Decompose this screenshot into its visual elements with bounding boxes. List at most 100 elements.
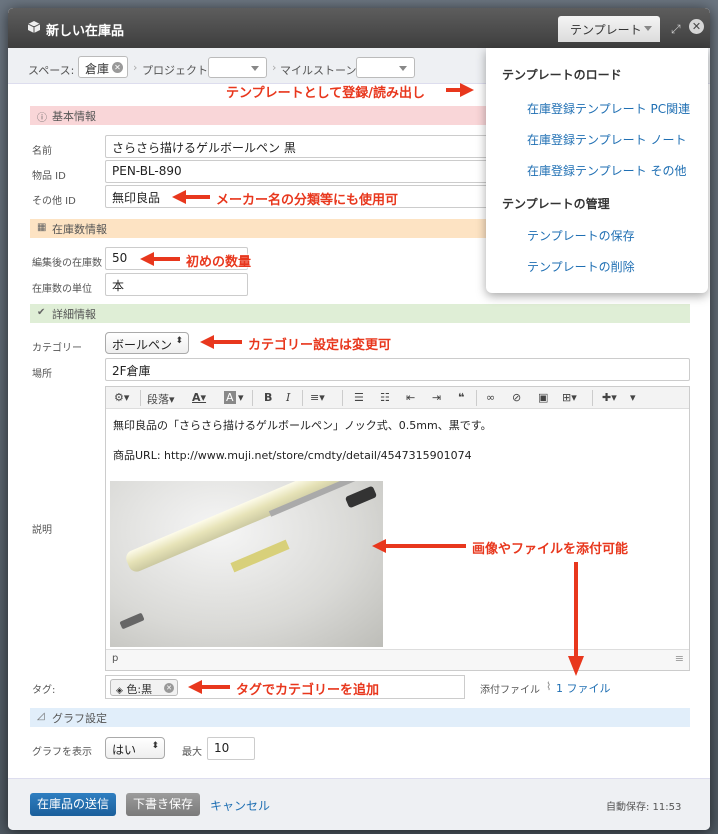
description-line-2: 商品URL: http://www.muji.net/store/cmdty/d… [113,449,472,462]
info-icon: ⓘ [37,113,47,124]
italic-icon[interactable]: I [286,391,290,404]
menu-item-delete-template[interactable]: テンプレートの削除 [527,258,635,275]
max-field[interactable]: 10 [207,737,255,760]
quote-icon[interactable]: ❝ [458,391,464,404]
chevron-down-icon [399,66,407,71]
dialog-titlebar: 新しい在庫品 テンプレート ⤢ ✕ [8,8,710,48]
menu-item-save-template[interactable]: テンプレートの保存 [527,227,635,244]
pen-knock [344,485,378,509]
tag-value: 色:黒 [126,683,153,696]
category-select[interactable]: ボールペン ⬍ [105,332,189,354]
menu-item-template-pc[interactable]: 在庫登録テンプレート PC関連 [527,100,690,117]
image-icon[interactable]: ▣ [538,391,548,404]
place-label: 場所 [32,369,52,380]
editor-statusbar: p ≡ [106,649,689,670]
align-icon[interactable]: ≡▾ [310,391,325,404]
arrow-left-icon [188,680,230,694]
other-id-label: その他 ID [32,196,76,207]
unlink-icon[interactable]: ⊘ [512,391,521,404]
paperclip-icon: ⌇ [546,680,552,693]
chevron-down-icon [251,66,259,71]
table-icon[interactable]: ⊞▾ [562,391,577,404]
remove-icon[interactable]: ✕ [112,62,123,73]
graph-show-value: はい [112,743,137,757]
arrow-left-icon [140,252,180,266]
annotation-initial-qty: 初めの数量 [186,255,252,270]
item-id-label: 物品 ID [32,171,66,182]
toolbar-divider [140,390,141,406]
indent-icon[interactable]: ⇥ [432,391,441,404]
plugin-icon[interactable]: ✚▾ [602,391,617,404]
description-editor[interactable]: ⚙▾ 段落▾ A▾ A ▾ B I ≡▾ ☰ ☷ ⇤ ⇥ ❝ ∞ ⊘ ▣ ⊞▾ ✚… [105,386,690,671]
annotation-category: カテゴリー設定は変更可 [248,338,392,353]
menu-item-template-note[interactable]: 在庫登録テンプレート ノート [527,131,686,148]
graph-show-select[interactable]: はい ⬍ [105,737,165,759]
link-icon[interactable]: ∞ [486,391,495,404]
template-button-label: テンプレート [570,23,642,37]
dialog-footer: 在庫品の送信 下書き保存 キャンセル 自動保存: 11:53 [8,778,710,830]
remove-icon[interactable]: ✕ [164,683,174,693]
milestone-select[interactable] [356,57,415,78]
numbered-list-icon[interactable]: ☷ [380,391,390,404]
annotation-attach: 画像やファイルを添付可能 [472,542,629,557]
menu-load-heading: テンプレートのロード [502,68,622,82]
updown-icon: ⬍ [175,336,183,346]
space-chip[interactable]: 倉庫 ✕ [78,56,128,78]
save-draft-button[interactable]: 下書き保存 [126,793,200,816]
dialog-title: 新しい在庫品 [46,24,125,39]
gear-icon[interactable]: ⚙▾ [114,391,129,404]
toolbar-divider [592,390,593,406]
pen-tip [119,612,145,630]
bold-icon[interactable]: B [264,391,272,404]
toolbar-divider [252,390,253,406]
arrow-down-icon [568,562,584,676]
annotation-maker: メーカー名の分類等にも使用可 [216,193,399,208]
template-menu: テンプレートのロード 在庫登録テンプレート PC関連 在庫登録テンプレート ノー… [486,48,708,293]
category-label: カテゴリー [32,343,82,354]
element-path: p [112,653,119,664]
section-detail-info: ✔ 詳細情報 [30,304,690,323]
bullet-list-icon[interactable]: ☰ [354,391,364,404]
unit-field[interactable]: 本 [105,273,248,296]
tag-chip[interactable]: ◈ 色:黒 ✕ [110,679,178,696]
description-line-1: 無印良品の「さらさら描けるゲルボールペン」ノック式、0.5mm、黒です。 [113,419,492,432]
pen-photo[interactable] [110,481,383,647]
chevron-down-icon[interactable]: ▾ [630,391,636,404]
menu-item-template-other[interactable]: 在庫登録テンプレート その他 [527,162,686,179]
text-color-icon[interactable]: A▾ [192,391,206,404]
space-value: 倉庫 [85,62,110,76]
resize-handle-icon[interactable]: ≡ [675,652,684,665]
template-dropdown-button[interactable]: テンプレート [558,16,660,42]
outdent-icon[interactable]: ⇤ [406,391,415,404]
paragraph-label: 段落 [147,393,169,406]
section-graph-title: グラフ設定 [52,712,107,725]
cancel-link[interactable]: キャンセル [210,797,270,814]
close-icon[interactable]: ✕ [689,19,704,34]
arrow-left-icon [200,335,242,349]
updown-icon: ⬍ [151,741,159,751]
arrow-right-icon [446,83,474,97]
pen-label [230,539,290,573]
place-field[interactable]: 2F倉庫 [105,358,690,381]
arrow-left-icon [372,539,466,553]
description-label: 説明 [32,525,52,536]
unit-label: 在庫数の単位 [32,284,92,295]
project-select[interactable] [208,57,267,78]
paragraph-format-dropdown[interactable]: 段落▾ [147,391,175,407]
space-label: スペース: [28,64,75,77]
max-label: 最大 [182,747,202,758]
arrow-left-icon [172,190,210,204]
section-detail-title: 詳細情報 [52,308,96,321]
name-label: 名前 [32,146,52,157]
expand-icon[interactable]: ⤢ [671,22,681,37]
menu-manage-heading: テンプレートの管理 [502,197,610,211]
attach-link[interactable]: 1 ファイル [556,680,611,696]
tag-icon: ◈ [116,686,123,696]
attach-label: 添付ファイル [480,685,540,696]
chart-icon: ◿ [37,711,45,722]
submit-button[interactable]: 在庫品の送信 [30,793,116,816]
highlight-color-icon[interactable]: A [224,391,236,404]
check-icon: ✔ [37,307,46,318]
toolbar-divider [476,390,477,406]
chevron-down-icon[interactable]: ▾ [238,391,244,404]
